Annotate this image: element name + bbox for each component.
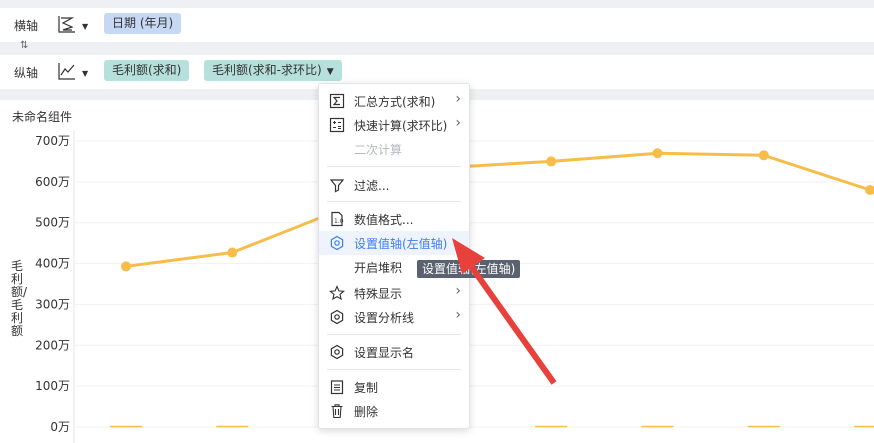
menu-item-label: 汇总方式(求和) <box>354 95 436 109</box>
y-axis-field-label: 毛利额(求和-求环比) <box>212 63 322 77</box>
y-tick-label: 700万 <box>35 134 70 148</box>
menu-item-label: 快速计算(求环比) <box>354 119 448 133</box>
bar-mark <box>747 425 780 428</box>
menu-item-label: 过滤... <box>354 179 390 193</box>
chevron-down-icon[interactable]: ▼ <box>327 67 334 77</box>
y-axis-label: 纵轴 <box>14 66 39 80</box>
x-axis-row: 横轴 ▼ 日期 (年月) <box>0 8 874 42</box>
menu-item-secondary-calc: 二次计算 <box>319 137 469 161</box>
menu-item-delete[interactable]: 删除 <box>319 399 469 423</box>
trash-icon <box>331 404 343 419</box>
y-tick-label: 0万 <box>50 420 70 434</box>
axis-type-icon[interactable] <box>56 13 78 35</box>
menu-item-label: 特殊显示 <box>354 287 403 301</box>
svg-text:1.0: 1.0 <box>334 218 344 225</box>
menu-divider <box>327 201 461 202</box>
copy-icon <box>330 380 344 395</box>
chevron-right-icon: › <box>455 91 461 107</box>
line-chart-type-icon[interactable] <box>56 60 78 82</box>
menu-divider <box>327 166 461 167</box>
data-point <box>546 156 557 167</box>
menu-item-analysis-line[interactable]: 设置分析线 › <box>319 305 469 329</box>
gear-icon <box>330 344 344 360</box>
x-axis-label: 横轴 <box>14 19 39 33</box>
sigma-icon <box>329 93 345 109</box>
menu-item-special-display[interactable]: 特殊显示 › <box>319 281 469 305</box>
data-point <box>227 247 238 258</box>
menu-item-filter[interactable]: 过滤... <box>319 173 469 197</box>
chevron-right-icon: › <box>455 307 461 323</box>
number-format-icon: 1.0 <box>331 211 344 227</box>
gear-icon <box>330 309 344 325</box>
menu-item-label: 数值格式... <box>354 213 414 227</box>
menu-item-set-value-axis[interactable]: 设置值轴(左值轴) <box>319 231 469 255</box>
y-tick-label: 400万 <box>35 257 70 271</box>
bar-mark <box>110 425 142 428</box>
tooltip: 设置值轴(左值轴) <box>417 260 521 278</box>
gear-icon <box>330 235 344 251</box>
menu-item-copy[interactable]: 复制 <box>319 375 469 399</box>
data-point <box>758 150 769 161</box>
chevron-down-icon[interactable]: ▼ <box>82 22 88 31</box>
menu-item-label: 复制 <box>354 381 379 395</box>
star-icon <box>329 285 345 301</box>
x-axis-field-label: 日期 (年月) <box>112 16 174 30</box>
y-tick-label: 600万 <box>35 175 70 189</box>
chevron-right-icon: › <box>455 115 461 131</box>
menu-item-quick-calc[interactable]: 快速计算(求环比) › <box>319 113 469 137</box>
menu-item-display-name[interactable]: 设置显示名 <box>319 340 469 364</box>
menu-item-aggregation[interactable]: 汇总方式(求和) › <box>319 89 469 113</box>
y-tick-label: 300万 <box>35 297 70 311</box>
menu-item-label: 二次计算 <box>354 143 403 157</box>
menu-item-label: 设置显示名 <box>354 346 415 360</box>
menu-item-number-format[interactable]: 1.0 数值格式... <box>319 207 469 231</box>
data-point <box>865 185 874 196</box>
x-axis-field-pill[interactable]: 日期 (年月) <box>104 13 182 34</box>
y-axis-field-pill-1[interactable]: 毛利额(求和) <box>104 60 190 81</box>
filter-icon <box>329 179 345 193</box>
bar-mark <box>216 425 249 428</box>
menu-item-label: 设置分析线 <box>354 311 415 325</box>
y-axis-field-label: 毛利额(求和) <box>112 63 182 77</box>
bar-mark <box>641 425 674 428</box>
y-tick-label: 500万 <box>35 216 70 230</box>
bar-mark <box>854 425 874 428</box>
grid-calc-icon <box>329 117 345 133</box>
menu-item-label: 设置值轴(左值轴) <box>354 237 448 251</box>
context-menu: 汇总方式(求和) › 快速计算(求环比) › 二次计算 过滤... 1.0 数值… <box>318 83 470 429</box>
data-point <box>121 261 131 272</box>
menu-item-label: 开启堆积 <box>354 261 403 275</box>
bar-mark <box>535 425 568 428</box>
series-line <box>125 151 871 268</box>
swap-axes-icon[interactable]: ⇅ <box>20 40 28 51</box>
chevron-right-icon: › <box>455 283 461 299</box>
y-tick-label: 200万 <box>35 338 70 352</box>
menu-item-label: 删除 <box>354 405 379 419</box>
chevron-down-icon[interactable]: ▼ <box>82 69 88 78</box>
y-axis-field-pill-2[interactable]: 毛利额(求和-求环比) ▼ <box>204 60 342 81</box>
menu-divider <box>327 334 461 335</box>
menu-divider <box>327 369 461 370</box>
y-tick-label: 100万 <box>35 379 70 393</box>
data-point <box>652 148 663 159</box>
